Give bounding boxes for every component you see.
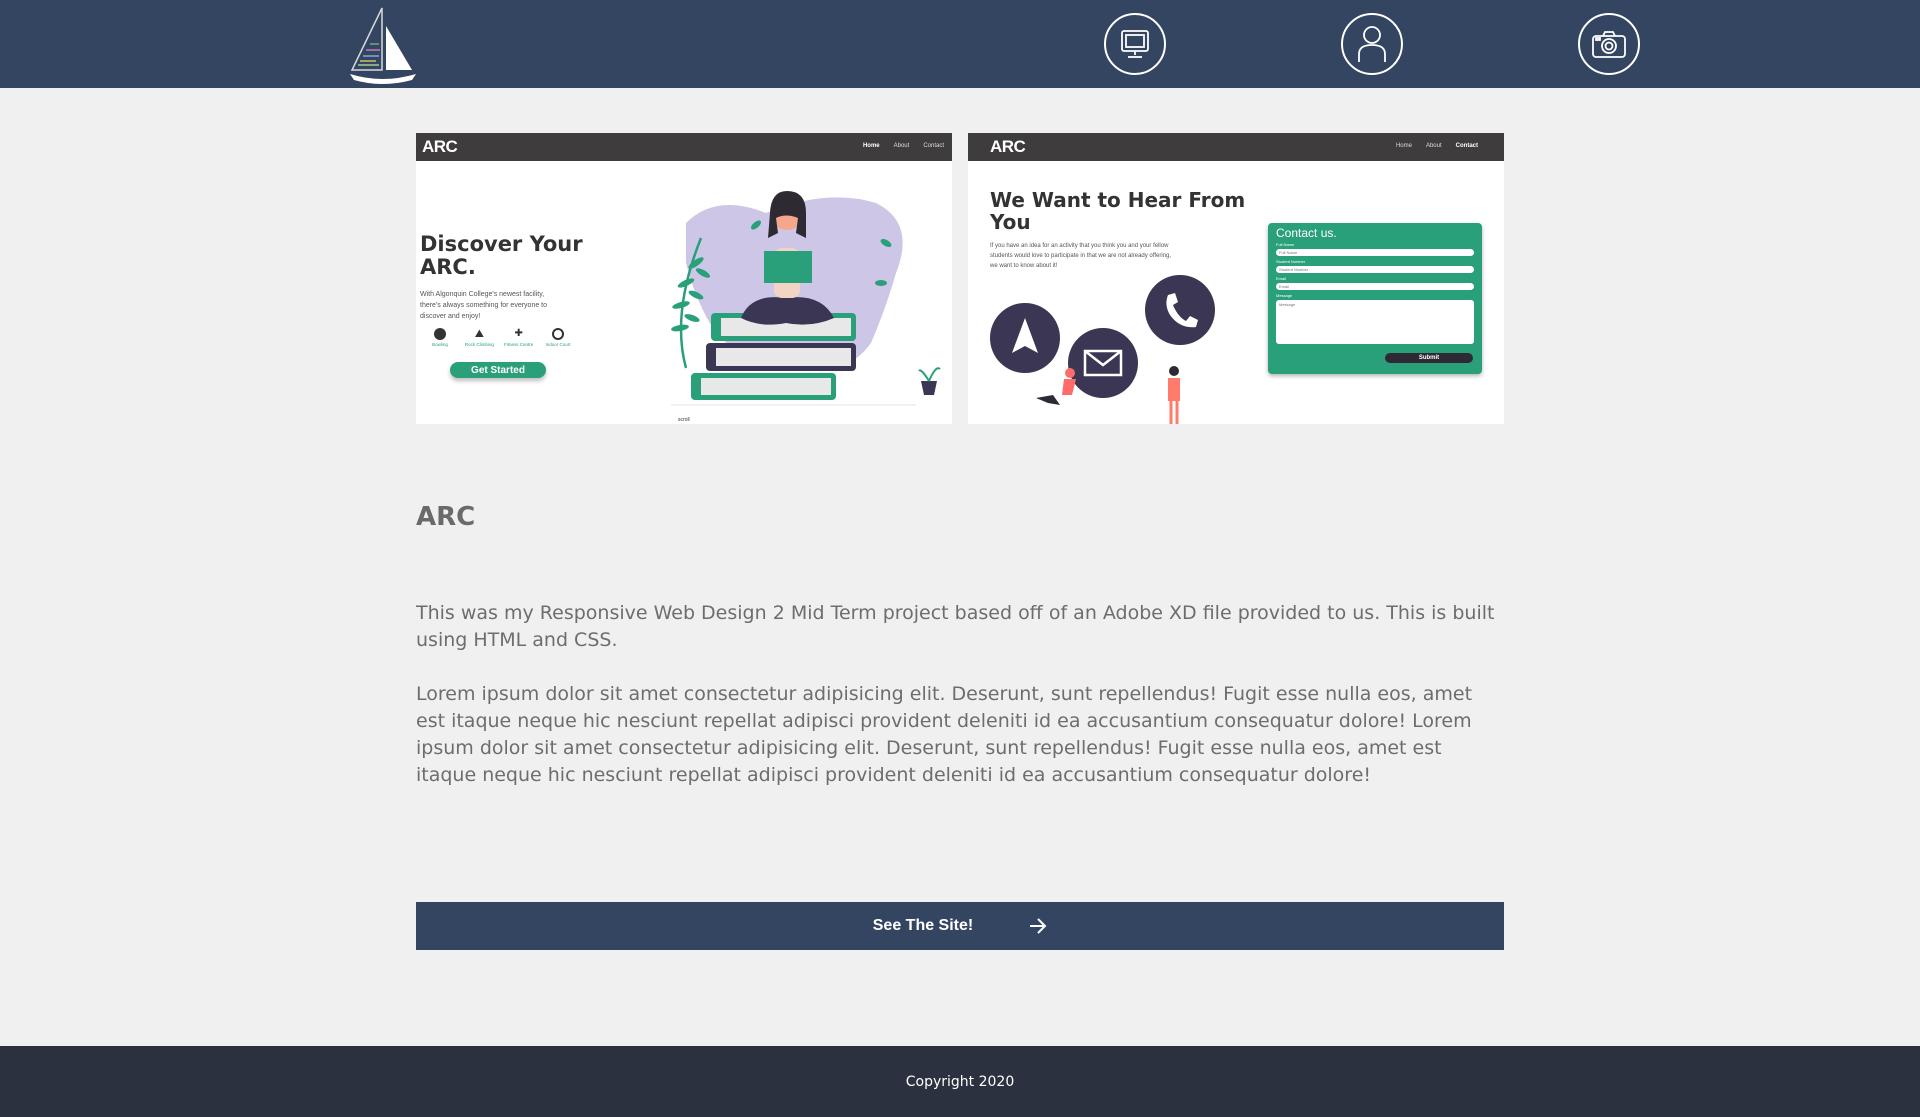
project-lorem-text: Lorem ipsum dolor sit amet consectetur a… [416, 683, 1473, 786]
feature-label: Rock Climbing [464, 342, 494, 347]
project-title: ARC [416, 502, 476, 532]
form-field-label: Full Name [1276, 242, 1295, 247]
feature-label: Bowling [432, 342, 448, 347]
arrow-right-icon [1029, 918, 1047, 934]
feature-label: Indoor Court [545, 342, 571, 347]
form-field-label: Email [1276, 276, 1287, 281]
bowling-icon [434, 328, 446, 340]
climbing-icon: ⛰ [474, 328, 484, 340]
feature-indoor-court: Indoor Court [542, 328, 574, 347]
form-field-email: Email [1276, 283, 1474, 290]
get-started-button: Get Started [450, 362, 546, 378]
monitor-icon[interactable] [1104, 13, 1166, 75]
dumbbell-icon: ✚ [514, 328, 523, 339]
see-the-site-label: See The Site! [872, 917, 974, 934]
camera-icon[interactable] [1578, 13, 1640, 75]
contact-form: Contact us. Full Name Full Name Student … [1268, 223, 1482, 374]
project-screenshots: ARC Home About Contact Discover Your ARC… [416, 133, 1504, 424]
basketball-icon [551, 328, 564, 340]
home-hero-heading-line2: ARC. [420, 255, 476, 279]
screenshot-home-page: ARC Home About Contact Discover Your ARC… [416, 133, 952, 424]
home-hero-heading-line1: Discover Your [420, 232, 583, 256]
home-hero-body-line1: With Algonquin College's newest facility… [420, 291, 545, 298]
home-hero-body-line2: there's always something for everyone to [420, 302, 548, 309]
mail-icon [1068, 328, 1138, 398]
sailboat-logo-icon[interactable] [346, 4, 418, 84]
feature-fitness-centre: ✚ Fitness Centre [503, 328, 535, 347]
contact-form-title: Contact us. [1276, 226, 1337, 240]
form-field-label: Message [1276, 293, 1293, 298]
form-field-student-number: Student Number [1276, 266, 1474, 273]
form-submit-button: Submit [1385, 353, 1473, 363]
feature-rock-climbing: ⛰ Rock Climbing [463, 328, 495, 347]
phone-icon [1145, 275, 1215, 345]
form-field-label: Student Number [1276, 259, 1306, 264]
project-description: This was my Responsive Web Design 2 Mid … [416, 602, 1495, 651]
home-hero-heading: Discover Your ARC. [420, 233, 583, 279]
user-icon[interactable] [1341, 13, 1403, 75]
home-hero-body-line3: discover and enjoy! [420, 313, 481, 320]
feature-bowling: Bowling [424, 328, 456, 347]
home-features: Bowling ⛰ Rock Climbing ✚ Fitness Centre… [424, 328, 574, 347]
screenshot-contact-page: ARC Home About Contact We Want to Hear F… [968, 133, 1504, 424]
copyright-text: Copyright 2020 [905, 1073, 1015, 1090]
top-nav-bar [0, 0, 1920, 88]
form-field-message: Message [1276, 300, 1474, 344]
scroll-label: scroll [678, 417, 690, 423]
see-the-site-button[interactable]: See The Site! [416, 902, 1504, 950]
footer: Copyright 2020 [0, 1046, 1920, 1117]
home-hero-body: With Algonquin College's newest facility… [420, 289, 547, 322]
form-field-fullname: Full Name [1276, 249, 1474, 256]
feature-label: Fitness Centre [504, 342, 534, 347]
